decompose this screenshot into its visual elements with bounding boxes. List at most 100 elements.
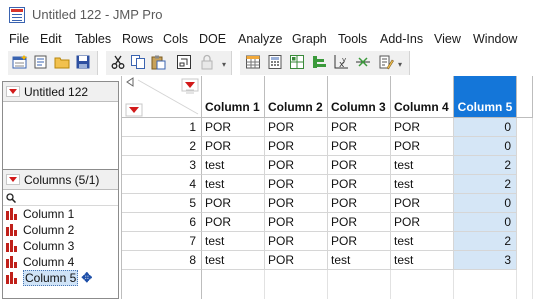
copy-icon[interactable] bbox=[129, 53, 147, 71]
menu-window[interactable]: Window bbox=[473, 32, 517, 46]
menu-add-ins[interactable]: Add-Ins bbox=[380, 32, 423, 46]
paste-icon[interactable] bbox=[149, 53, 167, 71]
column-header-3[interactable]: Column 3 bbox=[328, 76, 391, 118]
table-cell[interactable]: test bbox=[202, 175, 265, 194]
menu-file[interactable]: File bbox=[9, 32, 29, 46]
table-cell[interactable]: test bbox=[202, 156, 265, 175]
row-number[interactable]: 2 bbox=[122, 137, 202, 156]
table-cell[interactable]: test bbox=[391, 232, 454, 251]
table-cell[interactable]: POR bbox=[328, 175, 391, 194]
table-cell[interactable]: test bbox=[391, 156, 454, 175]
distribution-icon[interactable] bbox=[310, 53, 328, 71]
row-number[interactable]: 3 bbox=[122, 156, 202, 175]
column-header-5[interactable]: Column 5 bbox=[454, 76, 517, 118]
column-list-item[interactable]: Column 4 bbox=[3, 254, 118, 270]
toolbar-overflow-chevron-icon[interactable]: ▾ bbox=[222, 60, 230, 69]
table-cell[interactable]: 3 bbox=[454, 251, 517, 270]
table-cell[interactable]: 2 bbox=[454, 156, 517, 175]
menu-view[interactable]: View bbox=[434, 32, 461, 46]
menu-tools[interactable]: Tools bbox=[338, 32, 367, 46]
save-icon[interactable] bbox=[74, 53, 92, 71]
open-folder-icon[interactable] bbox=[53, 53, 71, 71]
row-number[interactable]: 4 bbox=[122, 175, 202, 194]
table-cell[interactable]: POR bbox=[265, 175, 328, 194]
table-cell[interactable]: POR bbox=[391, 137, 454, 156]
row-number[interactable]: 5 bbox=[122, 194, 202, 213]
table-cell[interactable]: POR bbox=[265, 137, 328, 156]
table-cell[interactable]: test bbox=[202, 251, 265, 270]
column-list-item[interactable]: Column 1 bbox=[3, 206, 118, 222]
table-cell[interactable]: POR bbox=[265, 213, 328, 232]
nominal-column-icon bbox=[6, 208, 19, 220]
table-cell[interactable]: 2 bbox=[454, 232, 517, 251]
fit-model-icon[interactable] bbox=[354, 53, 372, 71]
table-cell[interactable]: POR bbox=[265, 156, 328, 175]
table-cell[interactable]: test bbox=[202, 232, 265, 251]
menu-edit[interactable]: Edit bbox=[40, 32, 62, 46]
search-icon bbox=[6, 192, 16, 203]
columns-search-field[interactable] bbox=[3, 190, 118, 206]
table-cell[interactable]: POR bbox=[328, 137, 391, 156]
table-cell[interactable]: POR bbox=[202, 118, 265, 137]
row-number[interactable]: 7 bbox=[122, 232, 202, 251]
table-cell[interactable]: POR bbox=[391, 118, 454, 137]
table-cell[interactable]: 2 bbox=[454, 175, 517, 194]
table-cell[interactable]: POR bbox=[202, 213, 265, 232]
table-cell[interactable]: POR bbox=[265, 232, 328, 251]
lock-icon[interactable] bbox=[198, 53, 216, 71]
table-cell[interactable]: POR bbox=[202, 194, 265, 213]
column-header-2[interactable]: Column 2 bbox=[265, 76, 328, 118]
calculator-icon[interactable] bbox=[266, 53, 284, 71]
grid-icon[interactable] bbox=[288, 53, 306, 71]
table-cell[interactable]: POR bbox=[328, 118, 391, 137]
table-cell[interactable]: POR bbox=[265, 251, 328, 270]
menu-analyze[interactable]: Analyze bbox=[238, 32, 282, 46]
column-list-item[interactable]: Column 3 bbox=[3, 238, 118, 254]
menu-graph[interactable]: Graph bbox=[292, 32, 327, 46]
copy-as-icon[interactable] bbox=[175, 53, 193, 71]
row-number[interactable]: 1 bbox=[122, 118, 202, 137]
row-number[interactable]: 8 bbox=[122, 251, 202, 270]
table-cell[interactable]: POR bbox=[265, 118, 328, 137]
table-icon[interactable] bbox=[244, 53, 262, 71]
new-data-table-icon[interactable] bbox=[11, 53, 29, 71]
new-script-icon[interactable] bbox=[32, 53, 50, 71]
toolbar-overflow-chevron-icon[interactable]: ▾ bbox=[398, 60, 406, 69]
table-cell[interactable]: POR bbox=[391, 194, 454, 213]
cut-icon[interactable] bbox=[109, 53, 127, 71]
empty-grid-cell bbox=[265, 270, 328, 299]
column-header-4[interactable]: Column 4 bbox=[391, 76, 454, 118]
table-cell[interactable]: POR bbox=[328, 213, 391, 232]
empty-grid-cell bbox=[391, 270, 454, 299]
table-cell[interactable]: POR bbox=[391, 213, 454, 232]
menu-cols[interactable]: Cols bbox=[163, 32, 188, 46]
fit-y-by-x-icon[interactable]: xy bbox=[332, 53, 350, 71]
menu-doe[interactable]: DOE bbox=[199, 32, 226, 46]
script-edit-icon[interactable] bbox=[377, 53, 395, 71]
table-name[interactable]: Untitled 122 bbox=[24, 85, 88, 99]
column-list-item[interactable]: Column 2 bbox=[3, 222, 118, 238]
columns-red-triangle-icon[interactable] bbox=[6, 174, 20, 185]
table-cell[interactable]: POR bbox=[328, 156, 391, 175]
column-header-1[interactable]: Column 1 bbox=[202, 76, 265, 118]
nominal-column-icon bbox=[6, 240, 19, 252]
window-title: Untitled 122 - JMP Pro bbox=[32, 7, 163, 22]
table-cell[interactable]: 0 bbox=[454, 213, 517, 232]
table-cell[interactable]: 0 bbox=[454, 194, 517, 213]
table-name-box: Untitled 122 bbox=[2, 81, 119, 171]
table-cell[interactable]: 0 bbox=[454, 137, 517, 156]
table-cell[interactable]: test bbox=[328, 251, 391, 270]
table-cell[interactable]: test bbox=[391, 251, 454, 270]
menu-bar: File Edit Tables Rows Cols DOE Analyze G… bbox=[0, 30, 533, 50]
table-cell[interactable]: 0 bbox=[454, 118, 517, 137]
table-cell[interactable]: POR bbox=[328, 232, 391, 251]
table-cell[interactable]: POR bbox=[265, 194, 328, 213]
menu-rows[interactable]: Rows bbox=[122, 32, 153, 46]
table-cell[interactable]: POR bbox=[328, 194, 391, 213]
table-red-triangle-icon[interactable] bbox=[6, 86, 20, 97]
row-number[interactable]: 6 bbox=[122, 213, 202, 232]
table-cell[interactable]: test bbox=[391, 175, 454, 194]
column-list-item-selected[interactable]: Column 5 ✥ bbox=[3, 270, 118, 286]
menu-tables[interactable]: Tables bbox=[75, 32, 111, 46]
table-cell[interactable]: POR bbox=[202, 137, 265, 156]
